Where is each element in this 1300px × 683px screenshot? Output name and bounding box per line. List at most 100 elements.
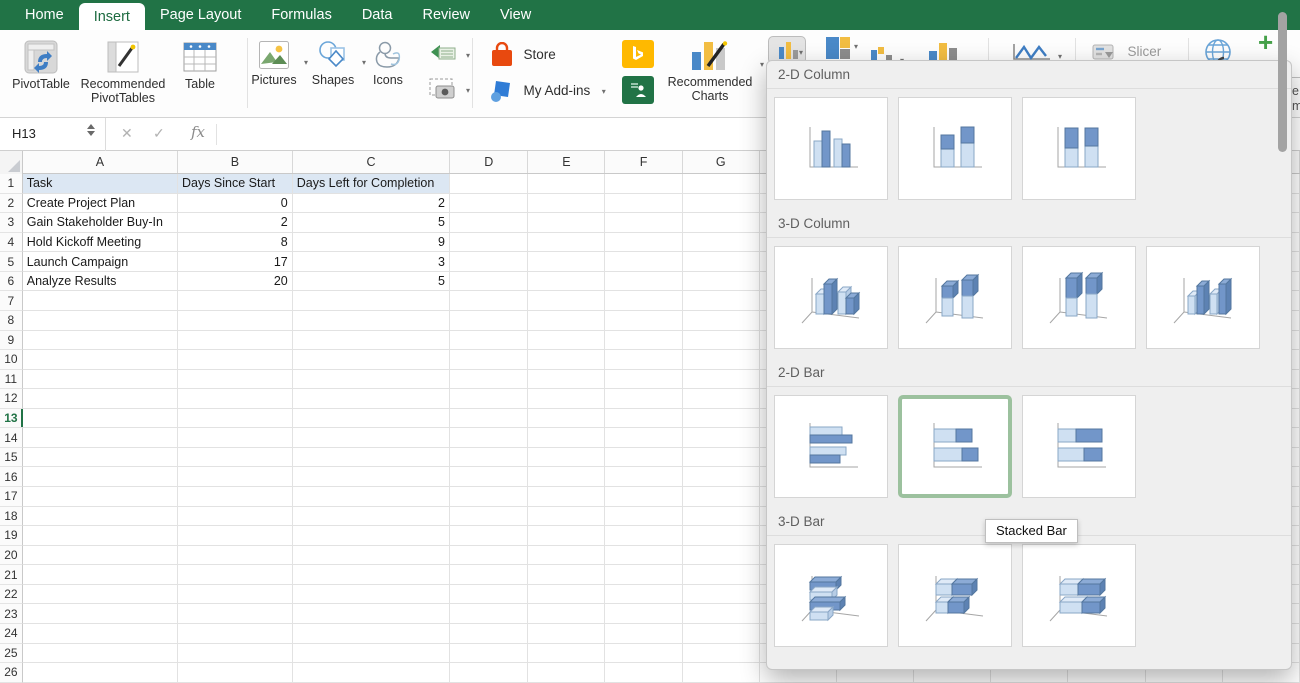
cell-A17[interactable] bbox=[22, 487, 178, 507]
cell-F25[interactable] bbox=[605, 643, 683, 664]
cell-F17[interactable] bbox=[605, 487, 683, 507]
cell-D25[interactable] bbox=[449, 643, 529, 664]
cell-A19[interactable] bbox=[22, 526, 178, 546]
cell-B9[interactable] bbox=[177, 330, 293, 351]
cancel-button[interactable]: ✕ bbox=[121, 125, 133, 142]
cell-B3[interactable]: 2 bbox=[177, 213, 293, 233]
cell-F21[interactable] bbox=[605, 565, 683, 585]
cell-G18[interactable] bbox=[682, 506, 760, 527]
cell-G6[interactable] bbox=[682, 271, 760, 292]
cell-E1[interactable] bbox=[528, 174, 606, 194]
cell-G15[interactable] bbox=[682, 447, 760, 468]
cell-F9[interactable] bbox=[605, 330, 683, 351]
cell-G9[interactable] bbox=[682, 330, 760, 351]
select-all-corner[interactable] bbox=[0, 151, 23, 174]
cell-G21[interactable] bbox=[682, 565, 760, 585]
enter-button[interactable]: ✓ bbox=[153, 125, 165, 142]
table-button[interactable]: Table bbox=[172, 40, 228, 92]
cell-A5[interactable]: Launch Campaign bbox=[22, 252, 178, 272]
row-header-9[interactable]: 9 bbox=[0, 330, 23, 351]
column-header-E[interactable]: E bbox=[528, 151, 606, 173]
cell-E17[interactable] bbox=[528, 487, 606, 507]
row-header-12[interactable]: 12 bbox=[0, 389, 23, 409]
row-header-14[interactable]: 14 bbox=[0, 428, 23, 448]
cell-C20[interactable] bbox=[292, 545, 450, 566]
cell-F12[interactable] bbox=[605, 389, 683, 409]
shapes-button[interactable]: Shapes ▾ bbox=[308, 40, 366, 88]
cell-B15[interactable] bbox=[177, 447, 293, 468]
cell-D5[interactable] bbox=[449, 252, 529, 272]
store-button[interactable]: Store bbox=[490, 41, 590, 68]
cell-G8[interactable] bbox=[682, 310, 760, 331]
cell-A15[interactable] bbox=[22, 447, 178, 468]
pivottable-button[interactable]: PivotTable bbox=[8, 40, 74, 92]
tab-view[interactable]: View bbox=[485, 0, 546, 30]
cell-A25[interactable] bbox=[22, 643, 178, 664]
row-header-5[interactable]: 5 bbox=[0, 252, 23, 272]
cell-B12[interactable] bbox=[177, 389, 293, 409]
icons-button[interactable]: Icons bbox=[364, 40, 412, 88]
cell-B16[interactable] bbox=[177, 467, 293, 487]
cell-F16[interactable] bbox=[605, 467, 683, 487]
cell-G20[interactable] bbox=[682, 545, 760, 566]
row-header-20[interactable]: 20 bbox=[0, 545, 23, 566]
panel-scrollbar-thumb[interactable] bbox=[1278, 12, 1287, 152]
cell-E25[interactable] bbox=[528, 643, 606, 664]
row-header-23[interactable]: 23 bbox=[0, 604, 23, 624]
cell-D11[interactable] bbox=[449, 369, 529, 390]
cell-A12[interactable] bbox=[22, 389, 178, 409]
cell-E4[interactable] bbox=[528, 232, 606, 253]
cell-F23[interactable] bbox=[605, 604, 683, 624]
cell-A7[interactable] bbox=[22, 291, 178, 311]
cell-A22[interactable] bbox=[22, 584, 178, 605]
cell-B10[interactable] bbox=[177, 350, 293, 370]
cell-C9[interactable] bbox=[292, 330, 450, 351]
slicer-button[interactable]: Slicer bbox=[1092, 42, 1182, 62]
name-box[interactable]: H13 bbox=[0, 118, 106, 151]
cell-D26[interactable] bbox=[449, 663, 529, 683]
cell-B17[interactable] bbox=[177, 487, 293, 507]
column-header-D[interactable]: D bbox=[450, 151, 529, 173]
cell-C8[interactable] bbox=[292, 310, 450, 331]
my-addins-button[interactable]: My Add-ins ▾ bbox=[488, 78, 618, 104]
cell-E2[interactable] bbox=[528, 193, 606, 214]
cell-B19[interactable] bbox=[177, 526, 293, 546]
cell-C11[interactable] bbox=[292, 369, 450, 390]
pictures-button[interactable]: Pictures ▾ bbox=[250, 40, 308, 88]
cell-F4[interactable] bbox=[605, 232, 683, 253]
cell-G1[interactable] bbox=[682, 174, 760, 194]
cell-E3[interactable] bbox=[528, 213, 606, 233]
cell-D6[interactable] bbox=[449, 271, 529, 292]
cell-G19[interactable] bbox=[682, 526, 760, 546]
column-header-B[interactable]: B bbox=[178, 151, 293, 173]
cell-B26[interactable] bbox=[177, 663, 293, 683]
chart-type-bar-100[interactable] bbox=[1022, 395, 1136, 498]
cell-C25[interactable] bbox=[292, 643, 450, 664]
cell-C7[interactable] bbox=[292, 291, 450, 311]
cell-E26[interactable] bbox=[528, 663, 606, 683]
cell-B4[interactable]: 8 bbox=[177, 232, 293, 253]
chart-type-bar3d-stacked[interactable] bbox=[898, 544, 1012, 647]
cell-F11[interactable] bbox=[605, 369, 683, 390]
cell-B6[interactable]: 20 bbox=[177, 271, 293, 292]
row-header-1[interactable]: 1 bbox=[0, 174, 23, 194]
cell-G4[interactable] bbox=[682, 232, 760, 253]
cell-B22[interactable] bbox=[177, 584, 293, 605]
cell-G25[interactable] bbox=[682, 643, 760, 664]
cell-C6[interactable]: 5 bbox=[292, 271, 450, 292]
people-graph-button[interactable] bbox=[622, 76, 654, 104]
cell-G22[interactable] bbox=[682, 584, 760, 605]
cell-A3[interactable]: Gain Stakeholder Buy-In bbox=[22, 213, 178, 233]
tab-insert[interactable]: Insert bbox=[78, 3, 145, 30]
cell-E15[interactable] bbox=[528, 447, 606, 468]
cell-F6[interactable] bbox=[605, 271, 683, 292]
name-box-stepper[interactable] bbox=[87, 124, 95, 136]
cell-B20[interactable] bbox=[177, 545, 293, 566]
cell-C2[interactable]: 2 bbox=[292, 193, 450, 214]
cell-F13[interactable] bbox=[605, 408, 683, 429]
cell-F14[interactable] bbox=[605, 428, 683, 448]
chart-type-bar3d-clustered[interactable] bbox=[774, 544, 888, 647]
cell-G3[interactable] bbox=[682, 213, 760, 233]
row-header-13[interactable]: 13 bbox=[0, 408, 23, 429]
row-header-17[interactable]: 17 bbox=[0, 487, 23, 507]
